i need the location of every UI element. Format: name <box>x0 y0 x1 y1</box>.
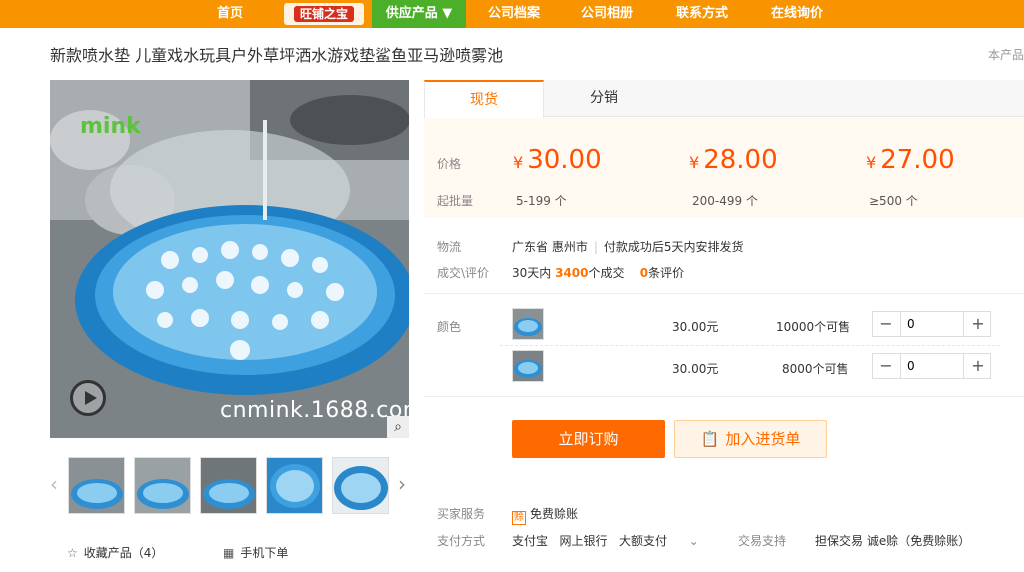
add-to-cart-label: 加入进货单 <box>725 430 801 448</box>
thumbnail[interactable] <box>134 457 191 514</box>
top-nav: 首页 旺铺之宝 供应产品 ▼ 公司档案 公司相册 联系方式 在线询价 <box>0 0 1024 28</box>
deals-prefix: 30天内 <box>512 266 552 280</box>
credit-badge-icon: 赊 <box>512 511 526 525</box>
price-tier-1: ¥30.00 <box>513 145 602 175</box>
minus-icon[interactable]: − <box>873 354 899 378</box>
thumbnail-image <box>333 458 388 513</box>
thumbnail-image <box>69 458 124 513</box>
price-value: 28.00 <box>703 145 778 175</box>
watermark-text: cnmink.1688.com <box>220 398 409 423</box>
nav-shop-treasure[interactable]: 旺铺之宝 <box>284 3 364 25</box>
quantity-input[interactable] <box>900 312 964 336</box>
currency-symbol: ¥ <box>866 153 877 172</box>
buyer-service-value: 赊免费赊账 <box>512 505 578 525</box>
color-label: 颜色 <box>437 320 462 334</box>
sku-image-graphic <box>513 309 543 339</box>
price-value: 30.00 <box>527 145 602 175</box>
deals-info: 30天内 3400个成交 0条评价 <box>512 264 684 281</box>
trade-support-value: 担保交易 诚e赊（免费赊账） <box>815 534 971 548</box>
payment-online-bank: 网上银行 <box>559 534 608 548</box>
nav-products[interactable]: 供应产品 ▼ <box>372 0 466 28</box>
thumbnail[interactable] <box>68 457 125 514</box>
payment-large-amount: 大额支付 <box>618 534 667 548</box>
currency-symbol: ¥ <box>689 153 700 172</box>
favorite-link[interactable]: ☆ 收藏产品（4） <box>67 544 163 561</box>
sku-price: 30.00元 <box>672 320 719 334</box>
divider <box>500 345 1000 346</box>
thumbnail[interactable] <box>266 457 323 514</box>
sku-stock: 10000个可售 <box>776 320 851 334</box>
order-now-button[interactable]: 立即订购 <box>512 420 665 458</box>
trade-support-label: 交易支持 <box>738 534 787 548</box>
reviews-count[interactable]: 0 <box>640 266 648 280</box>
thumbnail[interactable] <box>200 457 257 514</box>
moq-tier-1: 5-199 个 <box>516 194 567 208</box>
quantity-stepper: − + <box>872 353 991 379</box>
moq-tier-2: 200-499 个 <box>692 194 758 208</box>
price-value: 27.00 <box>880 145 955 175</box>
sku-image[interactable] <box>512 308 544 340</box>
qrcode-icon: ▦ <box>223 546 235 560</box>
thumb-prev-icon[interactable]: ‹ <box>50 472 58 496</box>
deals-label: 成交\评价 <box>437 266 490 280</box>
moq-label: 起批量 <box>437 194 474 208</box>
chevron-down-icon[interactable]: ⌄ <box>689 534 699 548</box>
nav-company-album[interactable]: 公司相册 <box>567 0 647 28</box>
logistics-info: 广东省 惠州市 | 付款成功后5天内安排发货 <box>512 240 744 254</box>
price-label: 价格 <box>437 157 462 171</box>
sku-price: 30.00元 <box>672 362 719 376</box>
moq-tier-3: ≥500 个 <box>869 194 918 208</box>
payment-methods: 支付宝 网上银行 大额支付 ⌄ <box>512 532 699 549</box>
deals-count[interactable]: 3400 <box>555 266 588 280</box>
minus-icon[interactable]: − <box>873 312 899 336</box>
favorite-label: 收藏产品（4） <box>83 546 164 560</box>
mobile-order-link[interactable]: ▦ 手机下单 <box>223 544 288 561</box>
quantity-stepper: − + <box>872 311 991 337</box>
logistics-label: 物流 <box>437 240 462 254</box>
main-product-image[interactable]: mink cnmink.1688.com ⌕ <box>50 80 409 438</box>
thumbnail-image <box>135 458 190 513</box>
mobile-order-label: 手机下单 <box>240 546 289 560</box>
zoom-icon[interactable]: ⌕ <box>387 416 409 438</box>
plus-icon[interactable]: + <box>965 312 991 336</box>
currency-symbol: ¥ <box>513 153 524 172</box>
add-to-cart-button[interactable]: 📋 加入进货单 <box>674 420 827 458</box>
payment-alipay: 支付宝 <box>512 534 549 548</box>
price-tier-3: ¥27.00 <box>866 145 955 175</box>
thumb-next-icon[interactable]: › <box>398 472 406 496</box>
tab-distribution[interactable]: 分销 <box>544 80 664 117</box>
price-tier-2: ¥28.00 <box>689 145 778 175</box>
thumbnail[interactable] <box>332 457 389 514</box>
payment-label: 支付方式 <box>437 534 486 548</box>
page-title: 新款喷水垫 儿童戏水玩具户外草坪洒水游戏垫鲨鱼亚马逊喷雾池 <box>50 46 504 65</box>
shipping-location: 广东省 惠州市 <box>512 240 588 254</box>
delivery-time: 付款成功后5天内安排发货 <box>603 240 744 254</box>
quantity-input[interactable] <box>900 354 964 378</box>
buyer-service-label: 买家服务 <box>437 507 486 521</box>
thumbnail-image <box>267 458 322 513</box>
divider <box>424 293 1024 294</box>
clipboard-icon: 📋 <box>700 430 720 448</box>
title-right-note: 本产品 <box>987 48 1024 62</box>
divider <box>424 396 1024 397</box>
nav-company-profile[interactable]: 公司档案 <box>474 0 554 28</box>
reviews-suffix: 条评价 <box>648 266 685 280</box>
tab-in-stock[interactable]: 现货 <box>424 80 544 118</box>
plus-icon[interactable]: + <box>965 354 991 378</box>
tab-bar: 现货 分销 <box>424 80 1024 118</box>
sku-stock: 8000个可售 <box>782 362 849 376</box>
sku-image-graphic <box>513 351 543 381</box>
nav-shop-treasure-label: 旺铺之宝 <box>293 6 354 22</box>
thumbnail-image <box>201 458 256 513</box>
sku-image[interactable] <box>512 350 544 382</box>
play-video-icon[interactable] <box>70 380 106 416</box>
free-credit-label: 免费赊账 <box>530 507 579 521</box>
nav-contact[interactable]: 联系方式 <box>662 0 742 28</box>
nav-inquiry[interactable]: 在线询价 <box>757 0 837 28</box>
deals-count-suffix: 个成交 <box>588 266 625 280</box>
nav-home[interactable]: 首页 <box>205 0 255 28</box>
star-icon: ☆ <box>67 546 78 560</box>
brand-logo: mink <box>80 114 141 139</box>
